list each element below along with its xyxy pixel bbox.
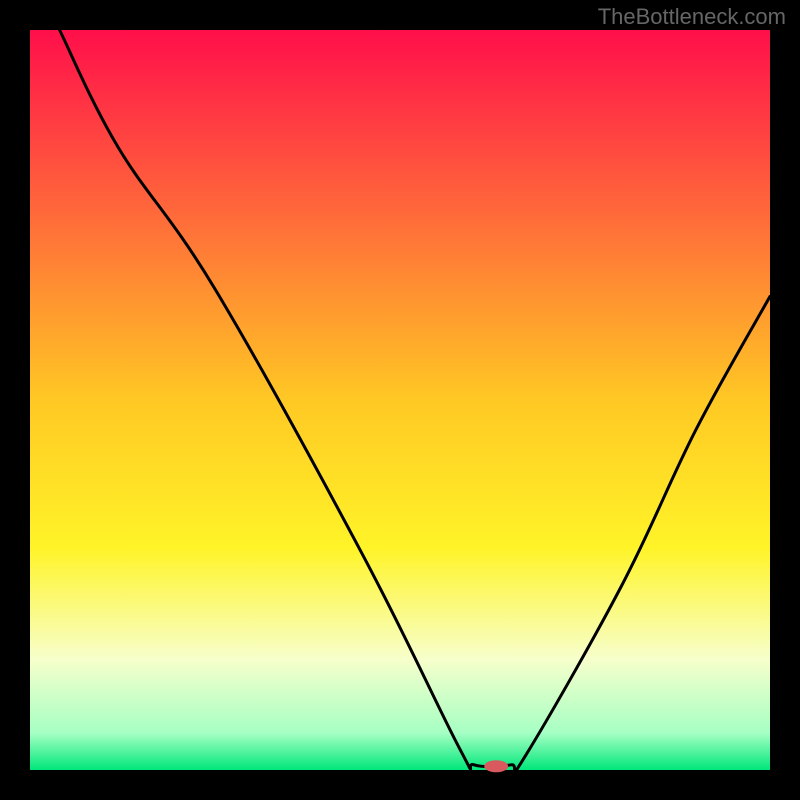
optimum-marker [484,760,508,772]
watermark-text: TheBottleneck.com [598,4,786,30]
bottleneck-chart: TheBottleneck.com [0,0,800,800]
chart-canvas [0,0,800,800]
